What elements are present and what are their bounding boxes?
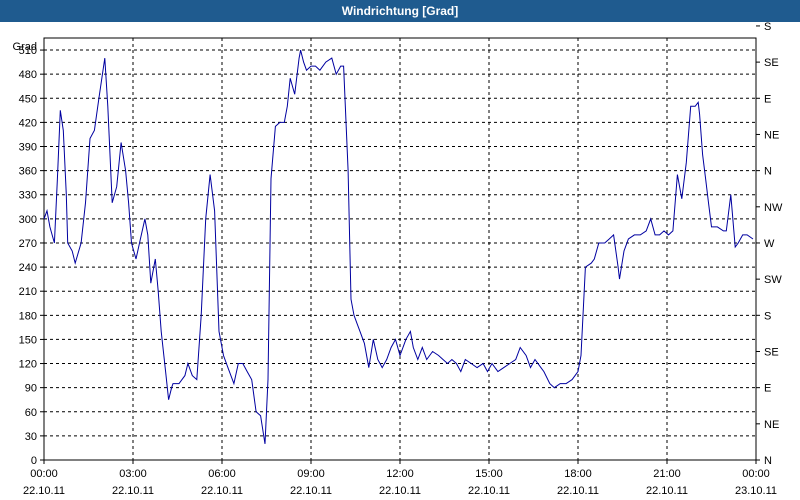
x-tick-date-label: 22.10.11 <box>112 485 154 497</box>
right-tick-label: SW <box>764 274 782 286</box>
y-tick-label: 390 <box>19 142 37 154</box>
y-tick-label: 240 <box>19 262 37 274</box>
right-tick-label: E <box>764 383 771 395</box>
right-tick-label: E <box>764 93 771 105</box>
y-tick-label: 480 <box>19 69 37 81</box>
right-tick-label: NW <box>764 202 783 214</box>
y-tick-label: 30 <box>25 431 37 443</box>
y-axis-ticks: 0 30 60 90 120 150 180 210 240 270 300 330 360 390 420… <box>19 45 44 467</box>
x-tick-date-label: 22.10.11 <box>379 485 421 497</box>
y-tick-label: 150 <box>19 334 37 346</box>
right-tick-label: N <box>764 166 772 178</box>
right-tick-label: NE <box>764 129 779 141</box>
x-tick-time-label: 03:00 <box>119 468 147 480</box>
y-tick-label: 330 <box>19 190 37 202</box>
x-tick-time-label: 09:00 <box>297 468 325 480</box>
x-tick-time-label: 00:00 <box>30 468 58 480</box>
right-axis-ticks: N NE E SE S SW W NW N NE E SE S <box>756 21 783 467</box>
x-tick-time-label: 18:00 <box>564 468 592 480</box>
x-axis-ticks: 00:00 22.10.11 03:00 22.10.11 06:00 22.10.11 0… <box>23 460 777 497</box>
y-tick-label: 210 <box>19 286 37 298</box>
y-tick-label: 90 <box>25 383 37 395</box>
right-tick-label: W <box>764 238 775 250</box>
x-tick-date-label: 22.10.11 <box>646 485 688 497</box>
y-tick-label: 300 <box>19 214 37 226</box>
right-tick-label: N <box>764 455 772 467</box>
right-tick-label: NE <box>764 419 779 431</box>
right-tick-label: SE <box>764 346 779 358</box>
y-tick-label: 270 <box>19 238 37 250</box>
x-tick-time-label: 21:00 <box>653 468 681 480</box>
y-tick-label: 60 <box>25 407 37 419</box>
x-tick-date-label: 22.10.11 <box>23 485 65 497</box>
y-tick-label: 120 <box>19 359 37 371</box>
x-tick-date-label: 22.10.11 <box>290 485 332 497</box>
y-tick-label: 420 <box>19 117 37 129</box>
right-tick-label: S <box>764 21 771 33</box>
y-tick-label: 360 <box>19 166 37 178</box>
x-tick-date-label: 23.10.11 <box>735 485 777 497</box>
right-tick-label: SE <box>764 57 779 69</box>
x-tick-date-label: 22.10.11 <box>468 485 510 497</box>
y-tick-label: 450 <box>19 93 37 105</box>
y-tick-label: 0 <box>31 455 37 467</box>
x-tick-time-label: 15:00 <box>475 468 503 480</box>
x-tick-time-label: 06:00 <box>208 468 236 480</box>
x-tick-date-label: 22.10.11 <box>557 485 599 497</box>
right-tick-label: S <box>764 310 771 322</box>
y-axis-label: Grad <box>13 41 37 53</box>
x-tick-time-label: 12:00 <box>386 468 414 480</box>
x-tick-time-label: 00:00 <box>742 468 770 480</box>
y-tick-label: 180 <box>19 310 37 322</box>
x-tick-date-label: 22.10.11 <box>201 485 243 497</box>
wind-direction-chart: 0 30 60 90 120 150 180 210 240 270 300 330 360 390 420… <box>13 21 783 497</box>
